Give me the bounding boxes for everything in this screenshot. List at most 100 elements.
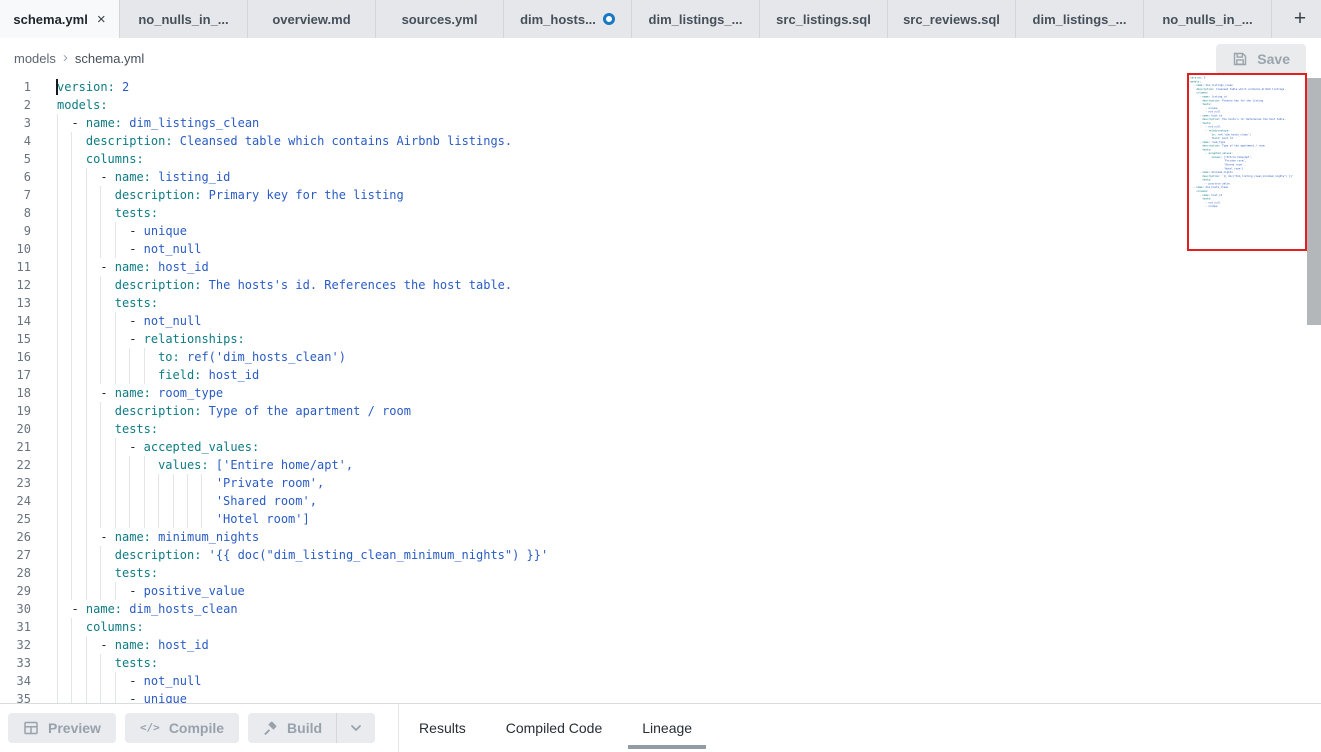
file-tab[interactable]: no_nulls_in_... xyxy=(120,0,248,38)
code-line[interactable]: 23 'Private room', xyxy=(0,474,1321,492)
code-line[interactable]: 22 values: ['Entire home/apt', xyxy=(0,456,1321,474)
indent-guide xyxy=(100,654,114,672)
code-line[interactable]: 19 description: Type of the apartment / … xyxy=(0,402,1321,420)
unsaved-changes-icon[interactable] xyxy=(603,13,615,25)
code-line[interactable]: 12 description: The hosts's id. Referenc… xyxy=(0,276,1321,294)
indent-guide xyxy=(71,582,85,600)
code-line-content: - not_null xyxy=(57,240,201,258)
code-token: Type of the apartment / room xyxy=(1221,144,1265,147)
indent-guide xyxy=(100,510,114,528)
indent-guide xyxy=(100,438,114,456)
editor-scrollbar-thumb[interactable] xyxy=(1307,78,1321,325)
breadcrumb-folder[interactable]: models xyxy=(14,51,56,66)
code-line[interactable]: 29 - positive_value xyxy=(0,582,1321,600)
indent-guide xyxy=(71,366,85,384)
preview-button[interactable]: Preview xyxy=(8,713,116,743)
code-token: tests: xyxy=(115,206,158,220)
code-token: 'Shared room', xyxy=(216,494,317,508)
code-line[interactable]: 25 'Hotel room'] xyxy=(0,510,1321,528)
indent-guide xyxy=(57,330,71,348)
file-tab-label: no_nulls_in_... xyxy=(138,12,228,27)
code-line[interactable]: 6 - name: listing_id xyxy=(0,168,1321,186)
code-line[interactable]: 30 - name: dim_hosts_clean xyxy=(0,600,1321,618)
compile-button[interactable]: </> Compile xyxy=(125,713,239,743)
file-tab[interactable]: src_listings.sql xyxy=(760,0,888,38)
file-tab-label: sources.yml xyxy=(402,12,478,27)
code-line[interactable]: 14 - not_null xyxy=(0,312,1321,330)
close-icon[interactable]: × xyxy=(97,12,106,27)
code-line[interactable]: 7 description: Primary key for the listi… xyxy=(0,186,1321,204)
file-tab[interactable]: src_reviews.sql xyxy=(888,0,1016,38)
line-number: 15 xyxy=(0,330,31,348)
code-line[interactable]: 35 - unique xyxy=(0,690,1321,703)
code-line[interactable]: 28 tests: xyxy=(0,564,1321,582)
code-token: host_id xyxy=(1210,193,1222,196)
indent-guide xyxy=(115,348,129,366)
line-number: 27 xyxy=(0,546,31,564)
code-line[interactable]: 3 - name: dim_listings_clean xyxy=(0,114,1321,132)
code-token: Cleansed table which contains Airbnb lis… xyxy=(173,134,513,148)
code-line[interactable]: 31 columns: xyxy=(0,618,1321,636)
code-token: 'Private room', xyxy=(216,476,324,490)
code-line[interactable]: 33 tests: xyxy=(0,654,1321,672)
panel-tab-results[interactable]: Results xyxy=(399,704,486,752)
file-tab[interactable]: overview.md xyxy=(248,0,376,38)
code-token: 'Hotel room'] xyxy=(216,512,310,526)
code-token: description: xyxy=(115,278,202,292)
indent-guide xyxy=(201,510,215,528)
code-line[interactable]: 20 tests: xyxy=(0,420,1321,438)
file-tab[interactable]: schema.yml× xyxy=(0,0,120,38)
build-dropdown-button[interactable] xyxy=(337,713,375,743)
code-line[interactable]: 5 columns: xyxy=(0,150,1321,168)
code-line[interactable]: 21 - accepted_values: xyxy=(0,438,1321,456)
indent-guide xyxy=(71,690,85,703)
indent-guide xyxy=(100,474,114,492)
panel-tab-lineage[interactable]: Lineage xyxy=(622,704,712,752)
indent-guide xyxy=(71,672,85,690)
editor-minimap[interactable]: version: 2models: - name: dim_listings_c… xyxy=(1189,75,1307,208)
line-number: 8 xyxy=(0,204,31,222)
code-token: Primary key for the listing xyxy=(1221,99,1263,102)
code-line[interactable]: 4 description: Cleansed table which cont… xyxy=(0,132,1321,150)
code-line[interactable]: 8 tests: xyxy=(0,204,1321,222)
code-line[interactable]: 18 - name: room_type xyxy=(0,384,1321,402)
indent-guide xyxy=(71,348,85,366)
code-line[interactable]: 2models: xyxy=(0,96,1321,114)
file-tab[interactable]: no_nulls_in_... xyxy=(1144,0,1272,38)
code-line[interactable]: 9 - unique xyxy=(0,222,1321,240)
indent-guide xyxy=(144,492,158,510)
code-editor[interactable]: 1version: 22models:3 - name: dim_listing… xyxy=(0,78,1321,703)
indent-guide xyxy=(71,420,85,438)
code-line[interactable]: 27 description: '{{ doc("dim_listing_cle… xyxy=(0,546,1321,564)
code-token: description: xyxy=(115,188,202,202)
code-token: not_null xyxy=(144,314,202,328)
file-tab[interactable]: dim_listings_... xyxy=(632,0,760,38)
file-tab[interactable]: sources.yml xyxy=(376,0,504,38)
line-number: 4 xyxy=(0,132,31,150)
panel-tab-compiled-code[interactable]: Compiled Code xyxy=(486,704,623,752)
line-number: 17 xyxy=(0,366,31,384)
code-line[interactable]: 13 tests: xyxy=(0,294,1321,312)
code-line[interactable]: 11 - name: host_id xyxy=(0,258,1321,276)
line-number: 20 xyxy=(0,420,31,438)
code-line[interactable]: 34 - not_null xyxy=(0,672,1321,690)
code-line[interactable]: 15 - relationships: xyxy=(0,330,1321,348)
indent-guide xyxy=(115,456,129,474)
build-button[interactable]: Build xyxy=(248,713,336,743)
file-tab[interactable]: dim_listings_... xyxy=(1016,0,1144,38)
code-line-content: - accepted_values: xyxy=(57,438,259,456)
code-line[interactable]: 10 - not_null xyxy=(0,240,1321,258)
code-line-content: to: ref('dim_hosts_clean') xyxy=(57,348,346,366)
code-token: - xyxy=(129,440,143,454)
new-tab-button[interactable]: + xyxy=(1285,4,1315,34)
file-tab[interactable]: dim_hosts... xyxy=(504,0,632,38)
code-line[interactable]: 16 to: ref('dim_hosts_clean') xyxy=(0,348,1321,366)
code-line-content: tests: xyxy=(57,654,158,672)
code-line[interactable]: 24 'Shared room', xyxy=(0,492,1321,510)
code-line[interactable]: 17 field: host_id xyxy=(0,366,1321,384)
code-line[interactable]: 26 - name: minimum_nights xyxy=(0,528,1321,546)
code-line[interactable]: 1version: 2 xyxy=(0,78,1321,96)
line-number: 1 xyxy=(0,78,31,96)
code-line[interactable]: 32 - name: host_id xyxy=(0,636,1321,654)
save-button[interactable]: Save xyxy=(1216,44,1306,74)
